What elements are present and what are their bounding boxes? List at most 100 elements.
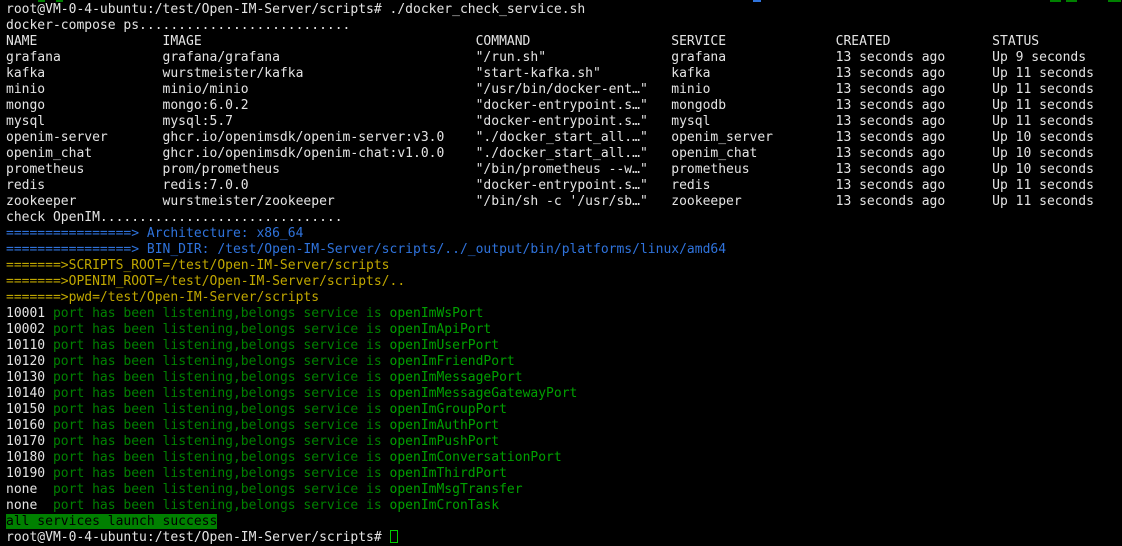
table-row-text: zookeeper wurstmeister/zookeeper "/bin/s… <box>6 194 1094 209</box>
service-name: openImMessageGatewayPort <box>390 386 578 401</box>
port-number: 10120 <box>6 354 53 369</box>
table-row-text: openim_chat ghcr.io/openimsdk/openim-cha… <box>6 146 1094 161</box>
pwd-line-text: =======>pwd=/test/Open-IM-Server/scripts <box>6 290 319 305</box>
port-number: none <box>6 498 53 513</box>
terminal-screen: root@VM-0-4-ubuntu:/test/Open-IM-Server/… <box>6 2 1122 546</box>
cutoff-text-fragment <box>1050 0 1061 2</box>
service-name: openImThirdPort <box>390 466 507 481</box>
port-check-line: none port has been listening,belongs ser… <box>6 482 1122 498</box>
port-message: port has been listening,belongs service … <box>53 482 390 497</box>
architecture-line-text: ================> Architecture: x86_64 <box>6 226 303 241</box>
port-check-line: 10140 port has been listening,belongs se… <box>6 386 1122 402</box>
service-name: openImFriendPort <box>390 354 515 369</box>
port-message: port has been listening,belongs service … <box>53 466 390 481</box>
port-number: 10150 <box>6 402 53 417</box>
port-number: 10130 <box>6 370 53 385</box>
port-check-line: 10130 port has been listening,belongs se… <box>6 370 1122 386</box>
service-name: openImCronTask <box>390 498 500 513</box>
port-message: port has been listening,belongs service … <box>53 418 390 433</box>
table-row: zookeeper wurstmeister/zookeeper "/bin/s… <box>6 194 1122 210</box>
architecture-line: ================> Architecture: x86_64 <box>6 226 1122 242</box>
ps-progress-line-text: docker-compose ps.......................… <box>6 18 350 33</box>
port-message: port has been listening,belongs service … <box>53 402 390 417</box>
success-banner: all services launch success <box>6 514 1122 530</box>
openim-root-line: =======>OPENIM_ROOT=/test/Open-IM-Server… <box>6 274 1122 290</box>
port-message: port has been listening,belongs service … <box>53 386 390 401</box>
port-number: 10110 <box>6 338 53 353</box>
port-message: port has been listening,belongs service … <box>53 498 390 513</box>
cutoff-text-fragment <box>38 0 45 2</box>
table-row-text: kafka wurstmeister/kafka "start-kafka.sh… <box>6 66 1094 81</box>
port-number: 10002 <box>6 322 53 337</box>
service-name: openImPushPort <box>390 434 500 449</box>
port-number: 10160 <box>6 418 53 433</box>
service-name: openImMsgTransfer <box>390 482 523 497</box>
service-name: openImAuthPort <box>390 418 500 433</box>
table-row: openim_chat ghcr.io/openimsdk/openim-cha… <box>6 146 1122 162</box>
table-row-text: grafana grafana/grafana "/run.sh" grafan… <box>6 50 1086 65</box>
port-check-line: 10190 port has been listening,belongs se… <box>6 466 1122 482</box>
service-name: openImApiPort <box>390 322 492 337</box>
port-check-line: 10180 port has been listening,belongs se… <box>6 450 1122 466</box>
table-row: openim-server ghcr.io/openimsdk/openim-s… <box>6 130 1122 146</box>
bin-dir-line: ================> BIN_DIR: /test/Open-IM… <box>6 242 1122 258</box>
shell-prompt: root@VM-0-4-ubuntu:/test/Open-IM-Server/… <box>6 530 1122 546</box>
port-check-line: 10160 port has been listening,belongs se… <box>6 418 1122 434</box>
prompt-text: root@VM-0-4-ubuntu:/test/Open-IM-Server/… <box>6 530 390 545</box>
service-name: openImConversationPort <box>390 450 562 465</box>
table-row: minio minio/minio "/usr/bin/docker-ent…"… <box>6 82 1122 98</box>
port-message: port has been listening,belongs service … <box>53 434 390 449</box>
service-name: openImWsPort <box>390 306 484 321</box>
port-check-line: 10001 port has been listening,belongs se… <box>6 306 1122 322</box>
port-number: none <box>6 482 53 497</box>
port-message: port has been listening,belongs service … <box>53 338 390 353</box>
table-header-text: NAME IMAGE COMMAND SERVICE CREATED STATU… <box>6 34 1039 49</box>
bin-dir-line-text: ================> BIN_DIR: /test/Open-IM… <box>6 242 726 257</box>
table-row: grafana grafana/grafana "/run.sh" grafan… <box>6 50 1122 66</box>
port-check-line: 10150 port has been listening,belongs se… <box>6 402 1122 418</box>
port-message: port has been listening,belongs service … <box>53 370 390 385</box>
cutoff-text-fragment <box>753 0 761 2</box>
table-row-text: prometheus prom/prometheus "/bin/prometh… <box>6 162 1094 177</box>
port-check-line: 10120 port has been listening,belongs se… <box>6 354 1122 370</box>
table-row: kafka wurstmeister/kafka "start-kafka.sh… <box>6 66 1122 82</box>
port-message: port has been listening,belongs service … <box>53 354 390 369</box>
table-row-text: openim-server ghcr.io/openimsdk/openim-s… <box>6 130 1094 145</box>
cutoff-text-fragment <box>1108 0 1121 2</box>
pwd-line: =======>pwd=/test/Open-IM-Server/scripts <box>6 290 1122 306</box>
port-check-line: 10110 port has been listening,belongs se… <box>6 338 1122 354</box>
table-row-text: mongo mongo:6.0.2 "docker-entrypoint.s…"… <box>6 98 1094 113</box>
port-number: 10001 <box>6 306 53 321</box>
success-banner-text: all services launch success <box>6 514 217 529</box>
port-number: 10170 <box>6 434 53 449</box>
table-header-row: NAME IMAGE COMMAND SERVICE CREATED STATU… <box>6 34 1122 50</box>
service-name: openImGroupPort <box>390 402 507 417</box>
cutoff-text-fragment <box>1066 0 1077 2</box>
ps-progress-line: docker-compose ps.......................… <box>6 18 1122 34</box>
table-row: mysql mysql:5.7 "docker-entrypoint.s…" m… <box>6 114 1122 130</box>
terminal[interactable]: root@VM-0-4-ubuntu:/test/Open-IM-Server/… <box>0 0 1122 542</box>
check-openim-line-text: check OpenIM............................… <box>6 210 343 225</box>
table-row-text: minio minio/minio "/usr/bin/docker-ent…"… <box>6 82 1094 97</box>
terminal-cursor <box>390 530 398 543</box>
table-row: prometheus prom/prometheus "/bin/prometh… <box>6 162 1122 178</box>
service-name: openImMessagePort <box>390 370 523 385</box>
port-check-line: 10002 port has been listening,belongs se… <box>6 322 1122 338</box>
scripts-root-line-text: =======>SCRIPTS_ROOT=/test/Open-IM-Serve… <box>6 258 390 273</box>
port-check-line: 10170 port has been listening,belongs se… <box>6 434 1122 450</box>
check-openim-line: check OpenIM............................… <box>6 210 1122 226</box>
port-message: port has been listening,belongs service … <box>53 306 390 321</box>
table-row: redis redis:7.0.0 "docker-entrypoint.s…"… <box>6 178 1122 194</box>
table-row-text: redis redis:7.0.0 "docker-entrypoint.s…"… <box>6 178 1094 193</box>
table-row-text: mysql mysql:5.7 "docker-entrypoint.s…" m… <box>6 114 1094 129</box>
port-check-line: none port has been listening,belongs ser… <box>6 498 1122 514</box>
cutoff-text-fragment <box>56 0 63 2</box>
service-name: openImUserPort <box>390 338 500 353</box>
scripts-root-line: =======>SCRIPTS_ROOT=/test/Open-IM-Serve… <box>6 258 1122 274</box>
port-number: 10180 <box>6 450 53 465</box>
port-number: 10140 <box>6 386 53 401</box>
command-line: root@VM-0-4-ubuntu:/test/Open-IM-Server/… <box>6 2 1122 18</box>
port-message: port has been listening,belongs service … <box>53 450 390 465</box>
table-row: mongo mongo:6.0.2 "docker-entrypoint.s…"… <box>6 98 1122 114</box>
port-message: port has been listening,belongs service … <box>53 322 390 337</box>
